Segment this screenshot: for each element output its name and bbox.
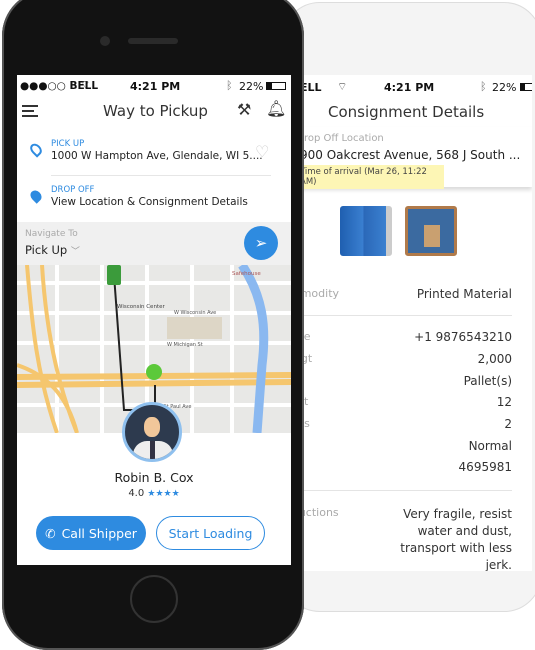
status-time: 4:21 PM: [384, 81, 435, 94]
speaker: [128, 38, 178, 44]
navigate-send-button[interactable]: ➢: [244, 226, 278, 260]
battery-percent: 22%: [239, 80, 264, 93]
camera: [100, 36, 110, 46]
dropoff-link[interactable]: View Location & Consignment Details: [51, 196, 248, 208]
divider: [51, 175, 271, 176]
page-title: Consignment Details: [328, 103, 485, 121]
map-label: Safehouse: [232, 271, 261, 277]
pickup-label: PICK UP: [51, 139, 85, 149]
divider: [290, 315, 512, 316]
menu-icon[interactable]: [22, 105, 38, 117]
dropoff-label: DROP OFF: [51, 185, 95, 195]
battery-percent: 22%: [492, 81, 517, 94]
driver-name: Robin B. Cox: [114, 470, 194, 485]
driver-avatar: [122, 402, 182, 462]
navigate-select[interactable]: Pick Up ﹀: [25, 243, 80, 257]
truck-icon: [107, 265, 121, 285]
wifi-icon: ⌔: [337, 80, 348, 93]
dropoff-label: rop Off Location: [304, 133, 384, 144]
container-photo-2[interactable]: [405, 206, 457, 256]
rating-stars: ★★★★: [147, 489, 180, 499]
wifi-icon: ⌔: [80, 78, 91, 91]
way-to-pickup-screen: ●●●○○ BELL ⌔ 4:21 PM ᛒ 22% Way to Pickup…: [17, 75, 291, 565]
navigate-bar: Navigate To Pick Up ﹀ ➢: [17, 222, 291, 265]
chevron-down-icon: ﹀: [70, 247, 80, 257]
favorite-heart-icon[interactable]: ♡: [255, 142, 269, 161]
bell-icon[interactable]: 🔔︎: [266, 99, 286, 118]
dropoff-address: 900 Oakcrest Avenue, 568 J South ...: [300, 148, 521, 162]
container-photo-1[interactable]: [340, 206, 392, 256]
battery-icon: [520, 83, 532, 91]
map-label: W Wisconsin Ave: [174, 310, 216, 316]
phone-icon: ✆: [45, 525, 56, 541]
navigate-label: Navigate To: [25, 229, 78, 239]
page-title: Way to Pickup: [103, 102, 208, 120]
gavel-icon[interactable]: ⚒: [237, 100, 251, 119]
arrival-time: Time of arrival (Mar 26, 11:22 AM): [298, 165, 444, 189]
pickup-address[interactable]: 1000 W Hampton Ave, Glendale, WI 5....: [51, 150, 263, 162]
bluetooth-icon: ᛒ: [226, 79, 233, 92]
dropoff-pin-icon: [28, 188, 44, 204]
divider: [290, 490, 512, 491]
map-label: Wisconsin Center: [117, 304, 165, 310]
pickup-marker: [146, 364, 162, 380]
call-shipper-button[interactable]: ✆ Call Shipper: [36, 516, 146, 550]
home-button[interactable]: [130, 575, 178, 623]
pickup-pin-icon: [27, 141, 45, 158]
start-loading-button[interactable]: Start Loading: [156, 516, 265, 550]
status-time: 4:21 PM: [130, 80, 181, 93]
bluetooth-icon: ᛒ: [480, 80, 487, 93]
battery-icon: [266, 82, 286, 90]
driver-rating: 4.0 ★★★★: [128, 488, 180, 499]
map-label: W Michigan St: [167, 342, 203, 348]
